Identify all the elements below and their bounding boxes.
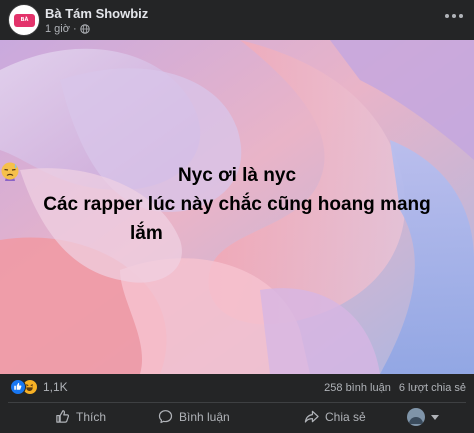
viewer-avatar [407,408,425,426]
post-image[interactable]: Nyc ơi là nyc Các rapper lúc này chắc cũ… [0,40,474,374]
share-button[interactable]: Chia sẻ [304,409,366,424]
like-button[interactable]: Thích [55,409,106,424]
reactions-summary[interactable]: 1,1K [10,379,68,395]
more-options-button[interactable] [444,10,464,22]
comment-label: Bình luận [179,409,230,424]
reaction-count: 1,1K [43,380,68,394]
caption-line-2: Các rapper lúc này chắc cũng hoang mang [43,194,431,215]
share-label: Chia sẻ [325,409,366,424]
chevron-down-icon [431,414,439,420]
like-reaction-icon [10,379,26,395]
comment-icon [158,410,173,424]
post-header: BÀ TÁM Bà Tám Showbiz 1 giờ · [0,0,474,40]
post-as-selector[interactable] [407,408,439,426]
post-actions: Thích Bình luận Chia sẻ [0,404,474,433]
more-dot-icon [452,14,456,18]
caption-line-3: lắm [130,223,163,244]
post-time[interactable]: 1 giờ [45,23,70,35]
divider [8,402,466,403]
share-count-link[interactable]: 6 lượt chia sẻ [399,382,466,394]
caption-line-1: Nyc ơi là nyc [177,165,297,186]
page-avatar[interactable]: BÀ TÁM [8,4,40,36]
share-arrow-icon [304,410,319,423]
downcast-face-with-sweat-emoji-icon [1,162,19,180]
avatar-logo: BÀ TÁM [14,14,35,35]
more-dot-icon [459,14,463,18]
more-dot-icon [445,14,449,18]
post-meta: 1 giờ · [45,23,90,35]
post-caption: Nyc ơi là nyc Các rapper lúc này chắc cũ… [0,161,474,248]
globe-icon [79,24,90,34]
post-stats: 1,1K 258 bình luận 6 lượt chia sẻ [0,374,474,400]
page-name-link[interactable]: Bà Tám Showbiz [45,6,148,21]
like-label: Thích [76,409,107,424]
comment-count-link[interactable]: 258 bình luận [324,382,391,394]
comment-button[interactable]: Bình luận [158,409,230,424]
thumbs-up-icon [56,410,70,423]
